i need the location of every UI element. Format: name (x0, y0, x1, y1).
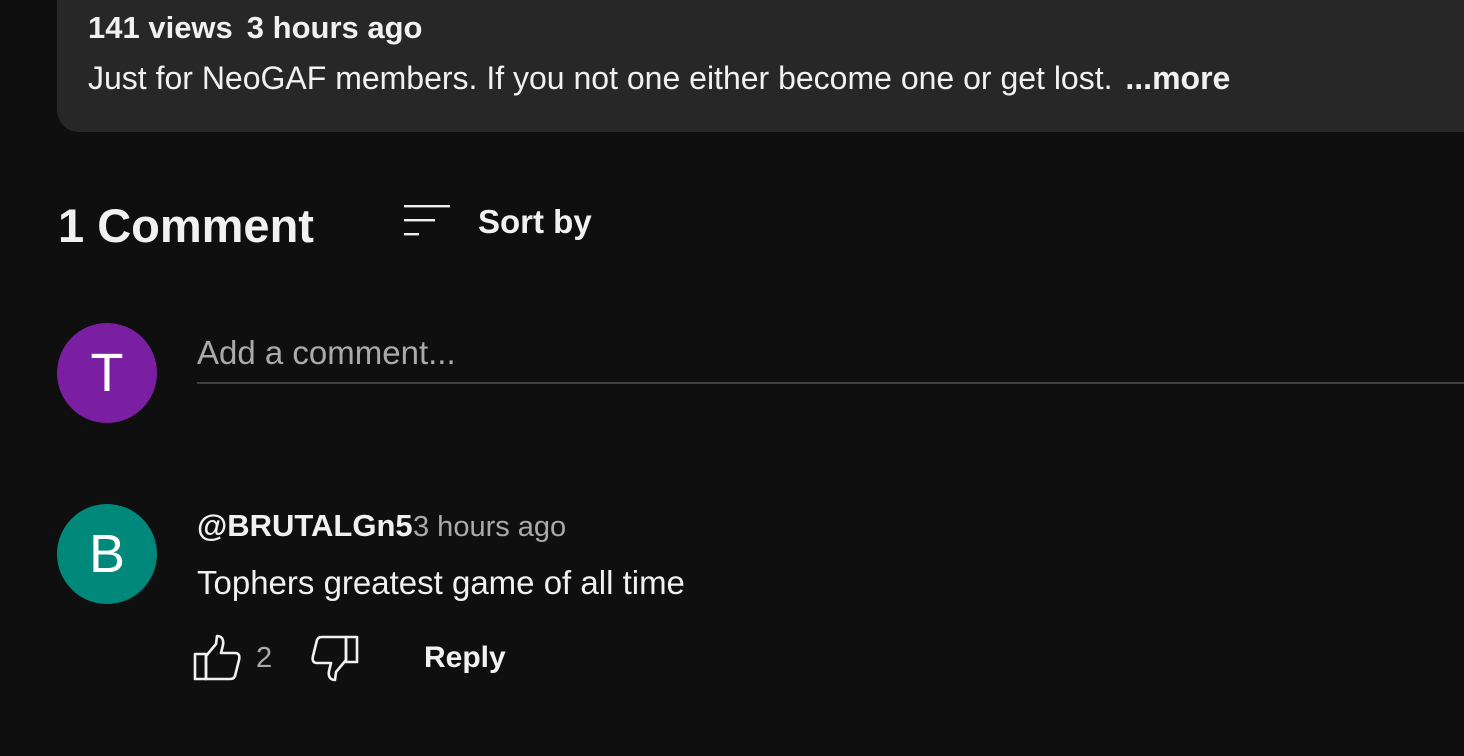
view-count: 141 views (88, 10, 233, 45)
dislike-button[interactable] (310, 634, 360, 687)
current-user-avatar[interactable]: T (57, 323, 157, 423)
like-button[interactable] (192, 634, 242, 687)
add-comment-input[interactable] (197, 324, 1464, 384)
thumbs-down-icon (310, 634, 360, 687)
comment-text: Tophers greatest game of all time (197, 564, 685, 601)
description-text: Just for NeoGAF members. If you not one … (88, 60, 1230, 97)
show-more-button[interactable]: ...more (1125, 60, 1230, 96)
sort-icon (400, 202, 450, 242)
sort-by-button[interactable]: Sort by (400, 198, 592, 246)
comments-page: 141 views 3 hours ago Just for NeoGAF mem… (0, 0, 1464, 756)
sort-by-label: Sort by (478, 203, 592, 240)
comment-published-time[interactable]: 3 hours ago (413, 511, 566, 544)
comments-count: 1 Comment (58, 199, 314, 252)
description-meta: 141 views 3 hours ago (88, 10, 423, 46)
reply-button[interactable]: Reply (424, 641, 506, 675)
comment-author[interactable]: @BRUTALGn5 (197, 508, 413, 544)
upload-time: 3 hours ago (246, 10, 423, 45)
description-snippet: Just for NeoGAF members. If you not one … (88, 60, 1113, 96)
comment-author-avatar[interactable]: B (57, 504, 157, 604)
like-count: 2 (256, 642, 273, 674)
thumbs-up-icon (192, 634, 242, 687)
